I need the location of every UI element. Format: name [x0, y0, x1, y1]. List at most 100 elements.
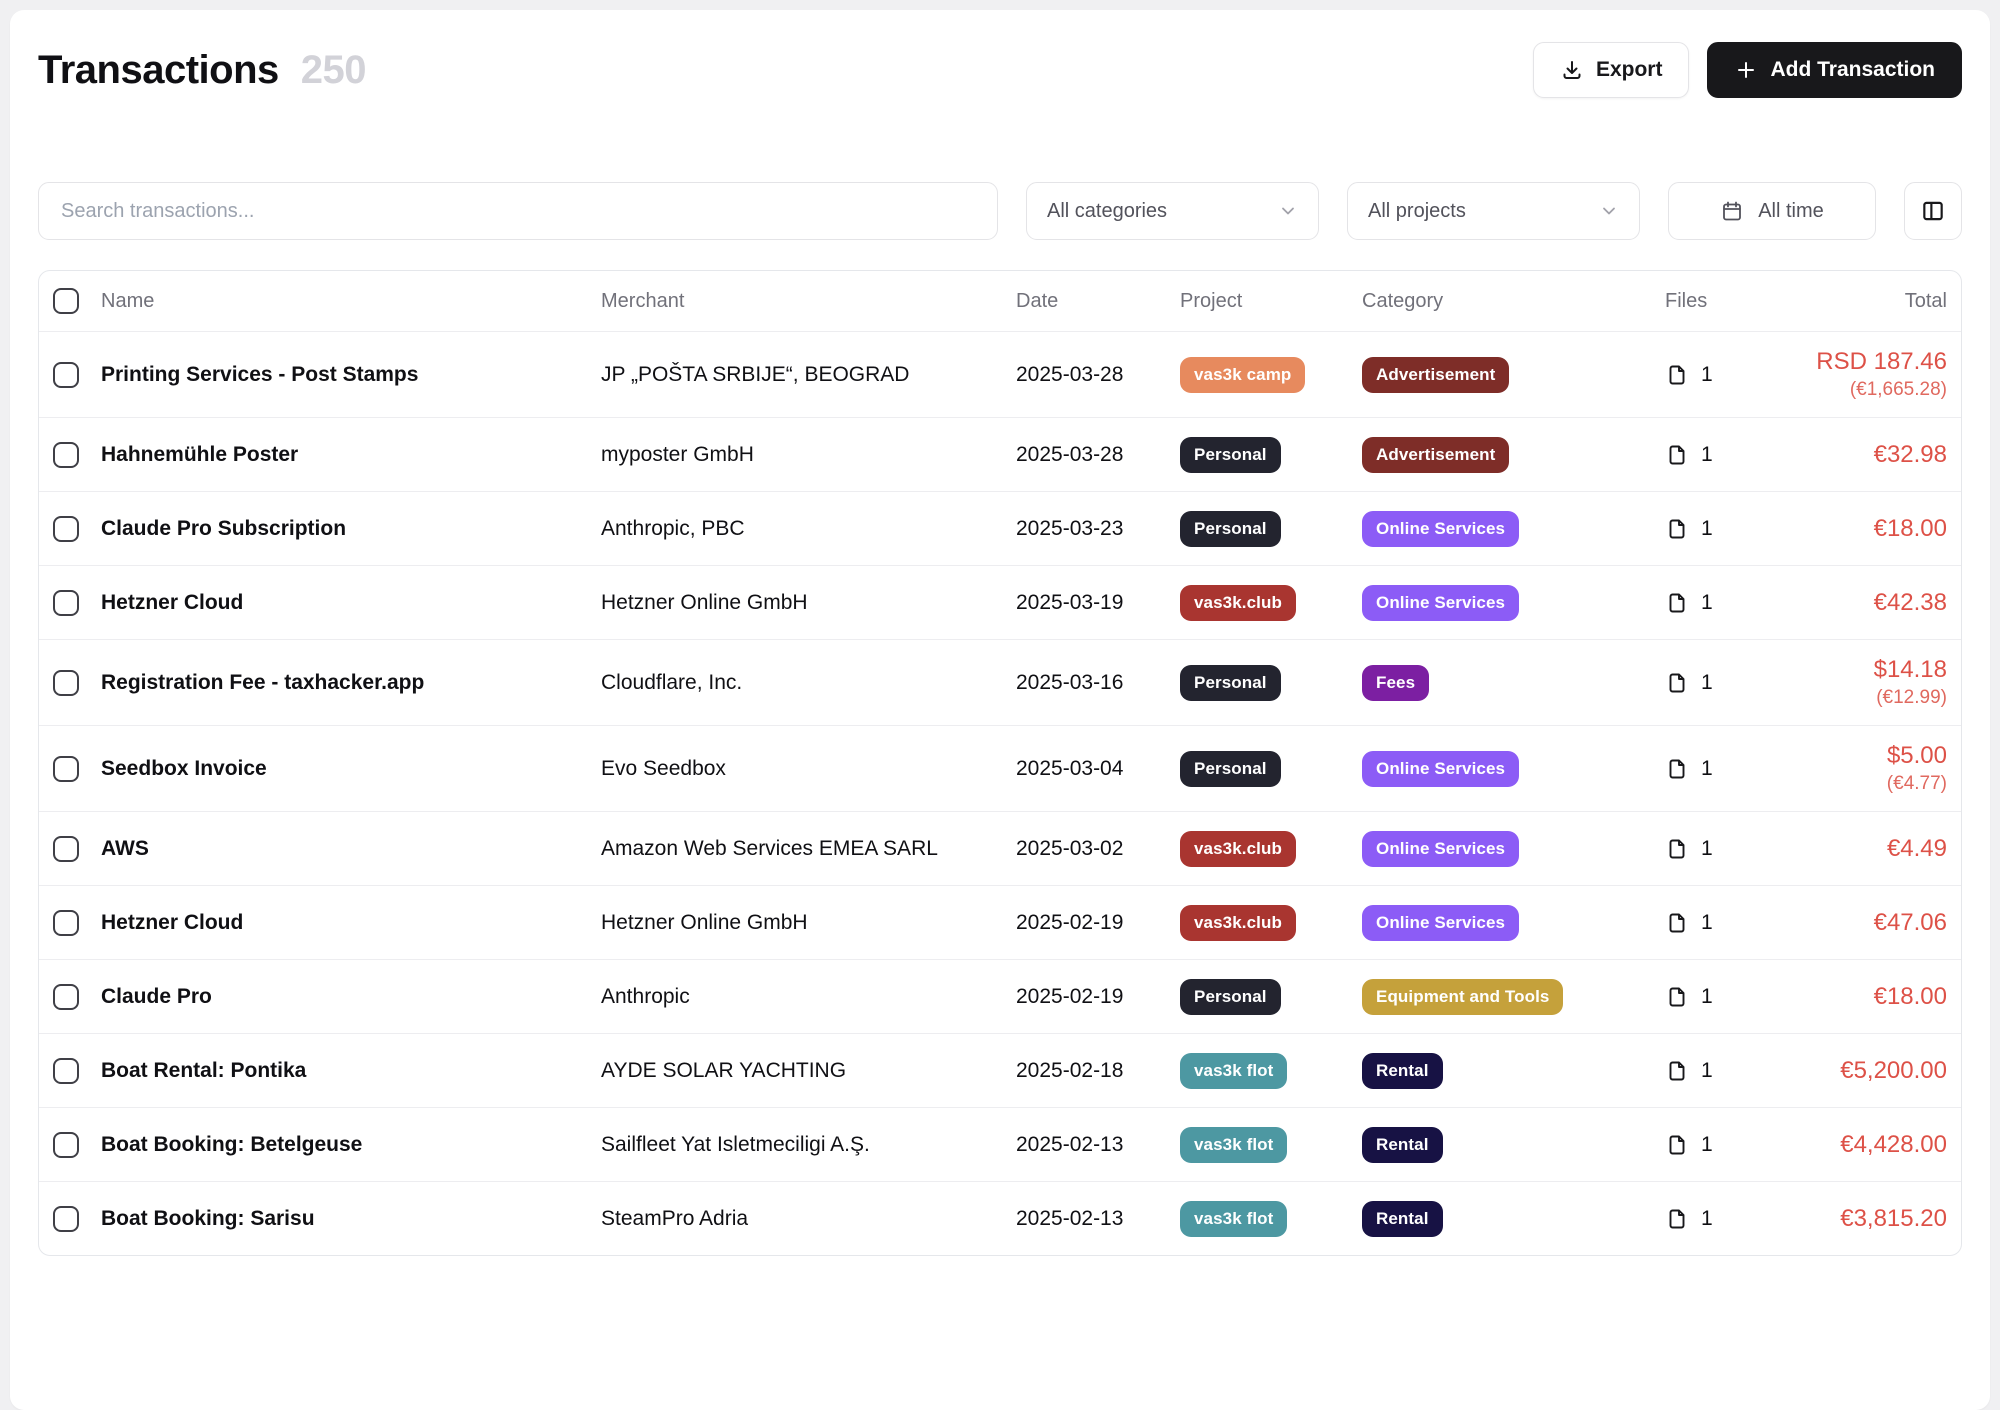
column-header-category[interactable]: Category	[1362, 290, 1665, 313]
files-cell: 1	[1665, 837, 1785, 861]
transaction-merchant: Anthropic	[601, 985, 1016, 1009]
search-box	[38, 182, 998, 240]
table-row[interactable]: AWS Amazon Web Services EMEA SARL 2025-0…	[39, 811, 1961, 885]
project-badge: Personal	[1180, 665, 1281, 701]
column-settings-button[interactable]	[1904, 182, 1962, 240]
transaction-merchant: Anthropic, PBC	[601, 517, 1016, 541]
row-checkbox[interactable]	[53, 590, 79, 616]
row-checkbox[interactable]	[53, 984, 79, 1010]
files-cell: 1	[1665, 363, 1785, 387]
categories-filter[interactable]: All categories	[1026, 182, 1319, 240]
files-cell: 1	[1665, 517, 1785, 541]
transaction-name: Printing Services - Post Stamps	[101, 363, 601, 387]
table-row[interactable]: Claude Pro Subscription Anthropic, PBC 2…	[39, 491, 1961, 565]
table-row[interactable]: Claude Pro Anthropic 2025-02-19 Personal…	[39, 959, 1961, 1033]
transaction-date: 2025-02-13	[1016, 1133, 1180, 1157]
file-count: 1	[1701, 363, 1713, 387]
project-badge: vas3k flot	[1180, 1201, 1287, 1237]
transaction-name: Hahnemühle Poster	[101, 443, 601, 467]
transaction-total: €47.06	[1785, 908, 1947, 938]
table-body: Printing Services - Post Stamps JP „POŠT…	[39, 331, 1961, 1255]
column-header-total[interactable]: Total	[1785, 290, 1961, 313]
category-badge: Online Services	[1362, 905, 1519, 941]
file-count: 1	[1701, 517, 1713, 541]
transaction-total: €3,815.20	[1785, 1204, 1947, 1234]
table-row[interactable]: Hetzner Cloud Hetzner Online GmbH 2025-0…	[39, 885, 1961, 959]
plus-icon	[1734, 58, 1758, 82]
row-checkbox[interactable]	[53, 442, 79, 468]
transaction-total: $14.18	[1785, 655, 1947, 685]
file-count: 1	[1701, 757, 1713, 781]
file-icon	[1665, 757, 1689, 781]
transaction-name: Claude Pro	[101, 985, 601, 1009]
table-row[interactable]: Boat Booking: Sarisu SteamPro Adria 2025…	[39, 1181, 1961, 1255]
category-badge: Online Services	[1362, 585, 1519, 621]
column-header-project[interactable]: Project	[1180, 290, 1362, 313]
table-row[interactable]: Hahnemühle Poster myposter GmbH 2025-03-…	[39, 417, 1961, 491]
transaction-total: €18.00	[1785, 982, 1947, 1012]
filter-bar: All categories All projects All time	[38, 182, 1962, 240]
category-badge: Rental	[1362, 1053, 1443, 1089]
transaction-name: AWS	[101, 837, 601, 861]
chevron-down-icon	[1278, 201, 1298, 221]
category-badge: Online Services	[1362, 831, 1519, 867]
table-row[interactable]: Registration Fee - taxhacker.app Cloudfl…	[39, 639, 1961, 725]
export-button[interactable]: Export	[1533, 42, 1690, 98]
row-checkbox[interactable]	[53, 910, 79, 936]
table-row[interactable]: Boat Booking: Betelgeuse Sailfleet Yat I…	[39, 1107, 1961, 1181]
file-icon	[1665, 443, 1689, 467]
projects-filter-value: All projects	[1368, 200, 1466, 223]
row-checkbox[interactable]	[53, 756, 79, 782]
date-range-filter[interactable]: All time	[1668, 182, 1876, 240]
download-icon	[1560, 58, 1584, 82]
column-header-files[interactable]: Files	[1665, 290, 1785, 313]
table-row[interactable]: Boat Rental: Pontika AYDE SOLAR YACHTING…	[39, 1033, 1961, 1107]
row-checkbox[interactable]	[53, 362, 79, 388]
projects-filter[interactable]: All projects	[1347, 182, 1640, 240]
category-badge: Advertisement	[1362, 357, 1509, 393]
file-count: 1	[1701, 985, 1713, 1009]
transaction-date: 2025-02-13	[1016, 1207, 1180, 1231]
transaction-merchant: SteamPro Adria	[601, 1207, 1016, 1231]
column-header-name[interactable]: Name	[101, 290, 601, 313]
export-button-label: Export	[1596, 58, 1663, 82]
file-count: 1	[1701, 443, 1713, 467]
column-header-date[interactable]: Date	[1016, 290, 1180, 313]
transaction-date: 2025-03-28	[1016, 363, 1180, 387]
category-badge: Online Services	[1362, 751, 1519, 787]
row-checkbox[interactable]	[53, 1132, 79, 1158]
file-count: 1	[1701, 671, 1713, 695]
row-checkbox[interactable]	[53, 670, 79, 696]
row-checkbox[interactable]	[53, 1206, 79, 1232]
transaction-name: Claude Pro Subscription	[101, 517, 601, 541]
categories-filter-value: All categories	[1047, 200, 1167, 223]
file-icon	[1665, 1059, 1689, 1083]
table-row[interactable]: Seedbox Invoice Evo Seedbox 2025-03-04 P…	[39, 725, 1961, 811]
row-checkbox[interactable]	[53, 836, 79, 862]
row-checkbox[interactable]	[53, 1058, 79, 1084]
project-badge: Personal	[1180, 751, 1281, 787]
files-cell: 1	[1665, 985, 1785, 1009]
select-all-checkbox[interactable]	[53, 288, 79, 314]
transaction-merchant: JP „POŠTA SRBIJE“, BEOGRAD	[601, 363, 1016, 387]
transaction-date: 2025-03-02	[1016, 837, 1180, 861]
files-cell: 1	[1665, 757, 1785, 781]
project-badge: vas3k.club	[1180, 585, 1296, 621]
file-count: 1	[1701, 1059, 1713, 1083]
main-card: Transactions 250 Export Add Transaction	[10, 10, 1990, 1410]
add-transaction-button[interactable]: Add Transaction	[1707, 42, 1962, 98]
project-badge: Personal	[1180, 437, 1281, 473]
transaction-total: €42.38	[1785, 588, 1947, 618]
files-cell: 1	[1665, 1059, 1785, 1083]
transaction-total: €18.00	[1785, 514, 1947, 544]
file-count: 1	[1701, 1207, 1713, 1231]
row-checkbox[interactable]	[53, 516, 79, 542]
table-row[interactable]: Hetzner Cloud Hetzner Online GmbH 2025-0…	[39, 565, 1961, 639]
column-header-merchant[interactable]: Merchant	[601, 290, 1016, 313]
search-input[interactable]	[61, 200, 975, 223]
files-cell: 1	[1665, 671, 1785, 695]
table-row[interactable]: Printing Services - Post Stamps JP „POŠT…	[39, 331, 1961, 417]
category-badge: Rental	[1362, 1201, 1443, 1237]
project-badge: vas3k flot	[1180, 1127, 1287, 1163]
transaction-total: €32.98	[1785, 440, 1947, 470]
